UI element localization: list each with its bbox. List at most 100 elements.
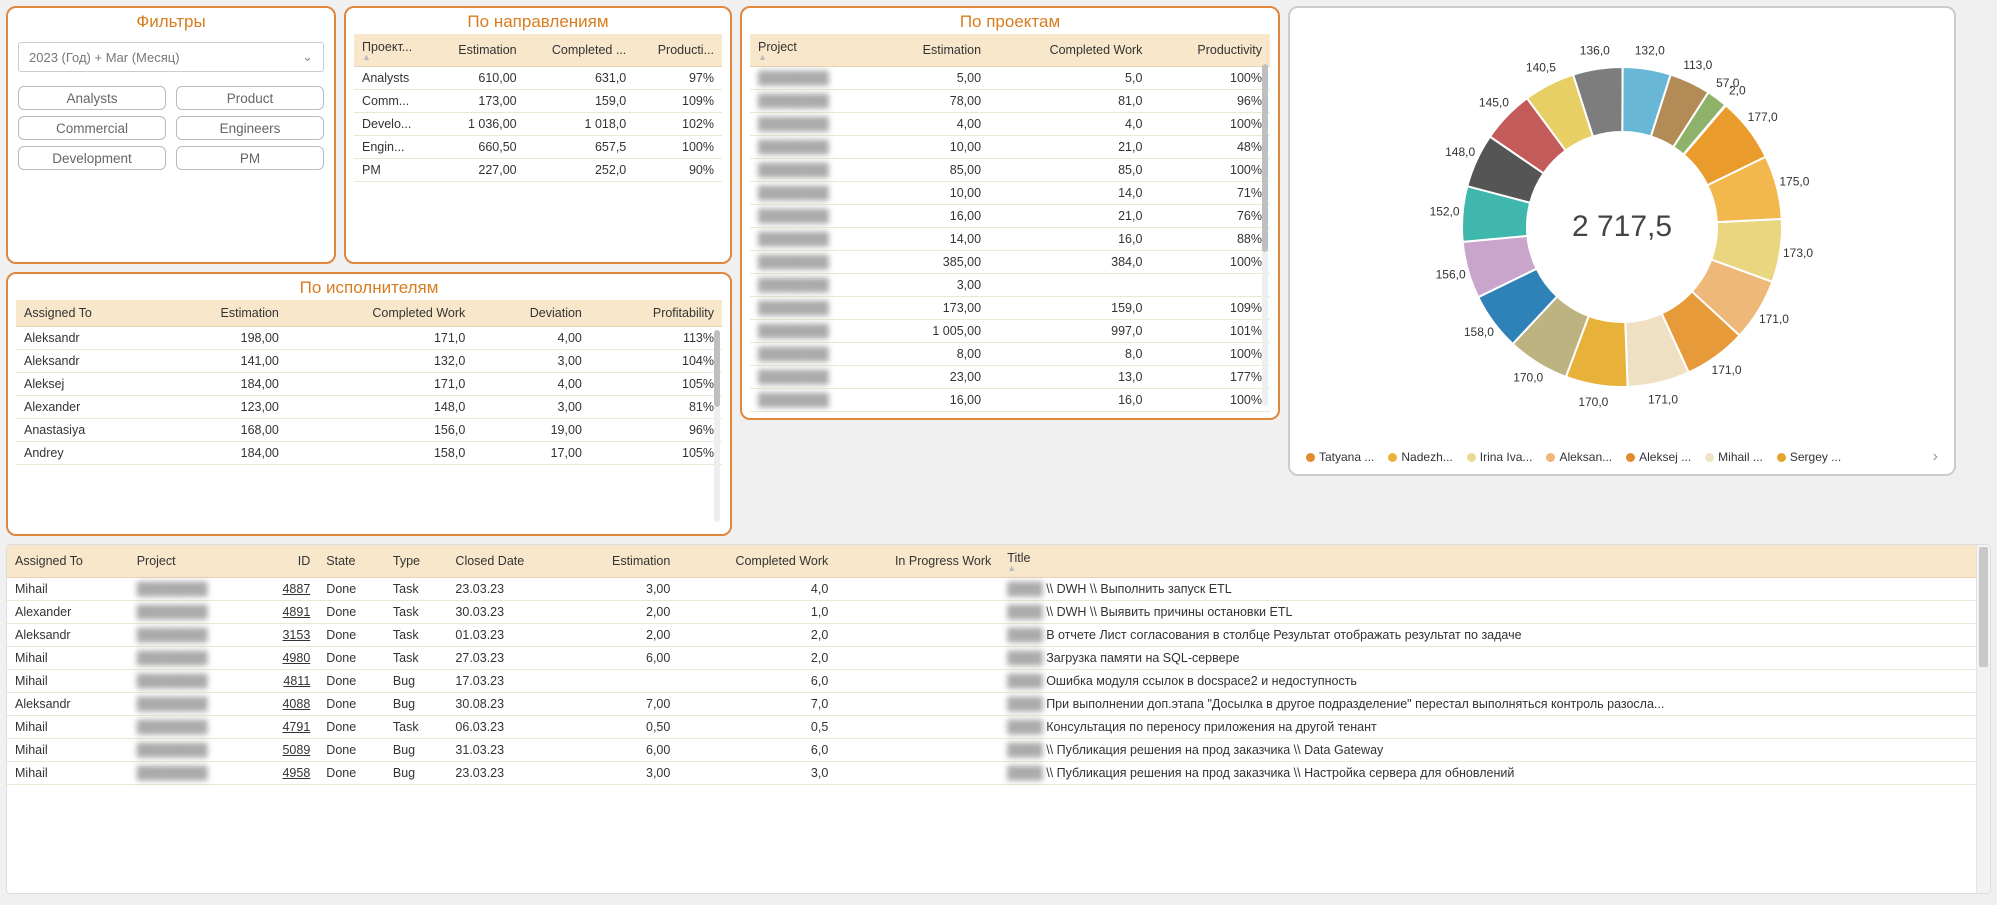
- filter-button-commercial[interactable]: Commercial: [18, 116, 166, 140]
- column-header[interactable]: Проект...▲: [354, 34, 434, 67]
- table-row[interactable]: ████████78,0081,096%: [750, 90, 1270, 113]
- work-item-id[interactable]: 4958: [255, 762, 319, 785]
- table-row[interactable]: ████████3,00: [750, 274, 1270, 297]
- work-item-id[interactable]: 4791: [255, 716, 319, 739]
- work-item-id[interactable]: 4887: [255, 578, 319, 601]
- table-row[interactable]: ████████16,0021,076%: [750, 205, 1270, 228]
- table-row[interactable]: ████████5,005,0100%: [750, 67, 1270, 90]
- column-header[interactable]: ID: [255, 545, 319, 578]
- column-header[interactable]: Completed Work: [287, 300, 473, 327]
- column-header[interactable]: Type: [385, 545, 448, 578]
- table-row[interactable]: Engin...660,50657,5100%: [354, 136, 722, 159]
- filter-button-pm[interactable]: PM: [176, 146, 324, 170]
- table-row[interactable]: ████████16,0016,0100%: [750, 389, 1270, 412]
- table-row[interactable]: Mihail████████4887DoneTask23.03.233,004,…: [7, 578, 1976, 601]
- legend-item[interactable]: Nadezh...: [1388, 450, 1452, 464]
- table-row[interactable]: Aleksandr████████3153DoneTask01.03.232,0…: [7, 624, 1976, 647]
- column-header[interactable]: Estimation: [879, 34, 989, 67]
- table-row[interactable]: Aleksandr198,00171,04,00113%: [16, 327, 722, 350]
- table-row[interactable]: ████████8,008,0100%: [750, 343, 1270, 366]
- column-header[interactable]: Completed Work: [678, 545, 836, 578]
- table-row[interactable]: ████████173,00159,0109%: [750, 297, 1270, 320]
- table-row[interactable]: Aleksandr141,00132,03,00104%: [16, 350, 722, 373]
- legend-item[interactable]: Irina Iva...: [1467, 450, 1533, 464]
- table-row[interactable]: Mihail████████4958DoneBug23.03.233,003,0…: [7, 762, 1976, 785]
- column-header[interactable]: Producti...: [634, 34, 722, 67]
- table-row[interactable]: Mihail████████4980DoneTask27.03.236,002,…: [7, 647, 1976, 670]
- direction-name: Develo...: [354, 113, 434, 136]
- executors-table: Assigned ToEstimationCompleted WorkDevia…: [16, 300, 722, 465]
- column-header[interactable]: Project▲: [750, 34, 879, 67]
- cell: 132,0: [287, 350, 473, 373]
- work-item-id[interactable]: 4811: [255, 670, 319, 693]
- column-header[interactable]: Completed Work: [989, 34, 1150, 67]
- table-row[interactable]: ████████1 005,00997,0101%: [750, 320, 1270, 343]
- chevron-right-icon[interactable]: ›: [1933, 448, 1938, 466]
- period-dropdown[interactable]: 2023 (Год) + Mar (Месяц) ⌄: [18, 42, 324, 72]
- legend-item[interactable]: Aleksej ...: [1626, 450, 1691, 464]
- scrollbar[interactable]: [714, 330, 720, 522]
- table-row[interactable]: ████████10,0021,048%: [750, 136, 1270, 159]
- column-header[interactable]: State: [318, 545, 385, 578]
- work-item-id[interactable]: 4088: [255, 693, 319, 716]
- table-row[interactable]: PM227,00252,090%: [354, 159, 722, 182]
- cell: 21,0: [989, 205, 1150, 228]
- column-header[interactable]: Closed Date: [447, 545, 570, 578]
- table-row[interactable]: Mihail████████4811DoneBug17.03.236,0████…: [7, 670, 1976, 693]
- legend-item[interactable]: Sergey ...: [1777, 450, 1841, 464]
- filter-button-development[interactable]: Development: [18, 146, 166, 170]
- column-header[interactable]: Project: [129, 545, 255, 578]
- cell: 105%: [590, 442, 722, 465]
- filter-button-analysts[interactable]: Analysts: [18, 86, 166, 110]
- assignee-name: Mihail: [7, 670, 129, 693]
- column-header[interactable]: Estimation: [434, 34, 524, 67]
- column-header[interactable]: Title▲: [999, 545, 1976, 578]
- work-item-id[interactable]: 4980: [255, 647, 319, 670]
- table-row[interactable]: Anastasiya168,00156,019,0096%: [16, 419, 722, 442]
- table-row[interactable]: ████████14,0016,088%: [750, 228, 1270, 251]
- scrollbar[interactable]: [1262, 64, 1268, 406]
- table-row[interactable]: Mihail████████4791DoneTask06.03.230,500,…: [7, 716, 1976, 739]
- assignee-name: Aleksandr: [7, 693, 129, 716]
- cell: Bug: [385, 693, 448, 716]
- legend-item[interactable]: Mihail ...: [1705, 450, 1763, 464]
- legend-item[interactable]: Aleksan...: [1546, 450, 1612, 464]
- column-header[interactable]: Profitability: [590, 300, 722, 327]
- donut-slice-label: 171,0: [1759, 312, 1789, 326]
- donut-slice-label: 171,0: [1648, 392, 1678, 406]
- table-row[interactable]: Aleksej184,00171,04,00105%: [16, 373, 722, 396]
- filter-button-engineers[interactable]: Engineers: [176, 116, 324, 140]
- cell: 30.08.23: [447, 693, 570, 716]
- table-row[interactable]: Aleksandr████████4088DoneBug30.08.237,00…: [7, 693, 1976, 716]
- work-item-id[interactable]: 4891: [255, 601, 319, 624]
- column-header[interactable]: Deviation: [473, 300, 590, 327]
- table-row[interactable]: ████████23,0013,0177%: [750, 366, 1270, 389]
- table-row[interactable]: ████████385,00384,0100%: [750, 251, 1270, 274]
- table-row[interactable]: Develo...1 036,001 018,0102%: [354, 113, 722, 136]
- work-item-id[interactable]: 5089: [255, 739, 319, 762]
- column-header[interactable]: In Progress Work: [836, 545, 999, 578]
- table-row[interactable]: Alexander123,00148,03,0081%: [16, 396, 722, 419]
- legend-item[interactable]: Tatyana ...: [1306, 450, 1374, 464]
- scrollbar[interactable]: [1976, 545, 1990, 893]
- column-header[interactable]: Productivity: [1150, 34, 1270, 67]
- column-header[interactable]: Assigned To: [16, 300, 160, 327]
- table-row[interactable]: Mihail████████5089DoneBug31.03.236,006,0…: [7, 739, 1976, 762]
- column-header[interactable]: Assigned To: [7, 545, 129, 578]
- table-row[interactable]: Analysts610,00631,097%: [354, 67, 722, 90]
- column-header[interactable]: Estimation: [160, 300, 287, 327]
- cell: 71%: [1150, 182, 1270, 205]
- table-row[interactable]: ████████85,0085,0100%: [750, 159, 1270, 182]
- column-header[interactable]: Estimation: [570, 545, 678, 578]
- cell: 3,00: [473, 396, 590, 419]
- table-row[interactable]: Comm...173,00159,0109%: [354, 90, 722, 113]
- table-row[interactable]: Andrey184,00158,017,00105%: [16, 442, 722, 465]
- assignee-name: Aleksandr: [16, 327, 160, 350]
- filter-button-product[interactable]: Product: [176, 86, 324, 110]
- table-row[interactable]: ████████4,004,0100%: [750, 113, 1270, 136]
- donut-slice-label: 156,0: [1436, 267, 1466, 281]
- column-header[interactable]: Completed ...: [525, 34, 635, 67]
- work-item-id[interactable]: 3153: [255, 624, 319, 647]
- table-row[interactable]: ████████10,0014,071%: [750, 182, 1270, 205]
- table-row[interactable]: Alexander████████4891DoneTask30.03.232,0…: [7, 601, 1976, 624]
